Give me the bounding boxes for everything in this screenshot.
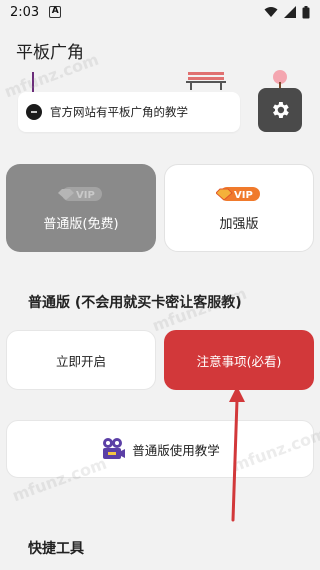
status-bar: 2:03 A xyxy=(0,0,320,24)
status-icons xyxy=(264,5,310,19)
quick-tools-title: 快捷工具 xyxy=(28,541,84,557)
vip-text: VIP xyxy=(76,190,95,201)
settings-button[interactable] xyxy=(258,88,302,132)
vip-text: VIP xyxy=(234,190,253,201)
status-time: 2:03 xyxy=(10,4,40,20)
tutorial-label: 普通版使用教学 xyxy=(132,442,220,458)
section-title: 普通版 (不会用就买卡密让客服教) xyxy=(28,295,242,311)
tutorial-button[interactable]: 普通版使用教学 xyxy=(6,420,314,478)
notice-text: 官方网站有平板广角的教学 xyxy=(50,105,188,119)
free-version-card[interactable]: VIP 普通版(免费) xyxy=(6,164,156,252)
start-button[interactable]: 立即开启 xyxy=(6,330,156,390)
bench-icon xyxy=(186,72,226,90)
chat-bubble-icon xyxy=(26,104,42,120)
page-title: 平板广角 xyxy=(16,43,84,63)
pro-version-label: 加强版 xyxy=(219,216,259,232)
video-camera-icon xyxy=(103,438,126,459)
free-version-label: 普通版(免费) xyxy=(43,216,119,232)
wifi-icon xyxy=(264,7,278,17)
signal-icon xyxy=(284,6,296,18)
vip-badge-icon: VIP xyxy=(58,186,102,201)
website-notice[interactable]: 官方网站有平板广角的教学 xyxy=(18,92,240,132)
notes-button[interactable]: 注意事项(必看) xyxy=(164,330,314,390)
gear-icon xyxy=(273,102,289,118)
vip-badge-icon: VIP xyxy=(216,186,260,201)
pro-version-card[interactable]: VIP 加强版 xyxy=(164,164,314,252)
notification-badge: A xyxy=(49,6,62,18)
battery-icon xyxy=(302,5,310,18)
